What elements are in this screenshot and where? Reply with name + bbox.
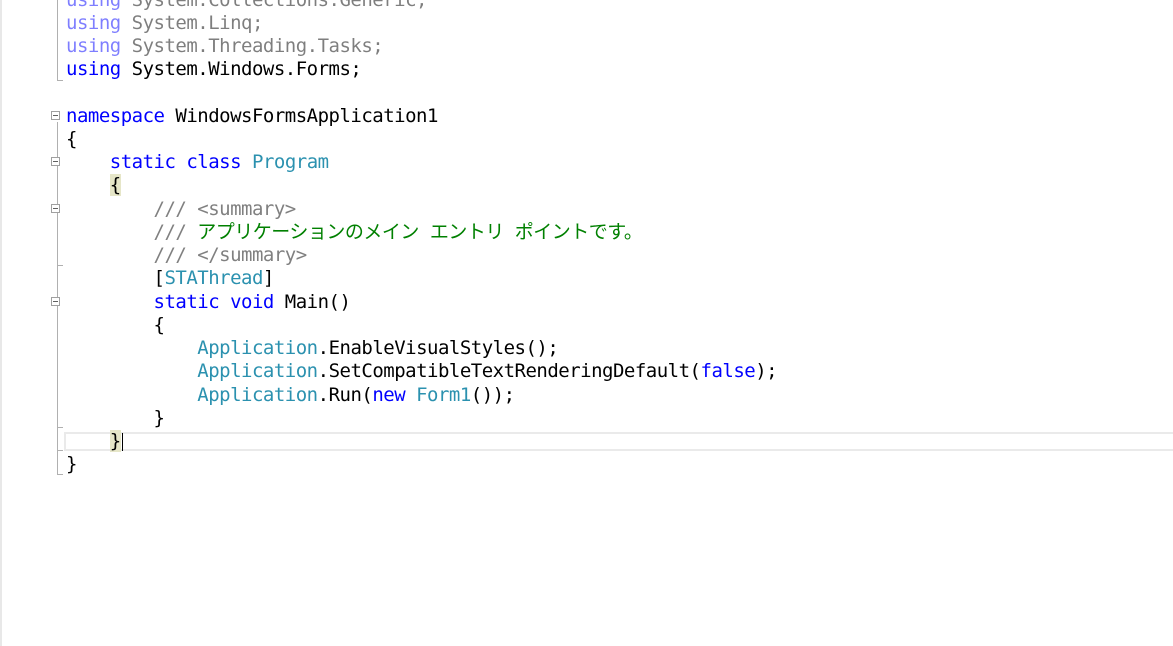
code-line[interactable]: /// </summary> (0, 244, 1173, 267)
code-text: { (66, 128, 77, 150)
code-line[interactable]: } (0, 407, 1173, 430)
code-line[interactable]: Application.EnableVisualStyles(); (0, 337, 1173, 360)
code-editor[interactable]: using System.Collections.Generic; using … (0, 0, 1173, 646)
doc-comment-slashes: /// (153, 244, 187, 266)
code-text: .EnableVisualStyles(); (317, 337, 559, 359)
brace-match-highlight: } (109, 430, 121, 452)
code-text: } (66, 453, 77, 475)
code-line[interactable]: namespace WindowsFormsApplication1 (0, 105, 1173, 128)
keyword: new (372, 384, 406, 406)
keyword: static class (109, 151, 242, 173)
code-text: System.Linq; (120, 12, 264, 34)
code-line[interactable]: static void Main() (0, 291, 1173, 314)
keyword: namespace (66, 105, 165, 127)
attribute-bracket: [ (153, 267, 165, 289)
code-line[interactable]: using System.Collections.Generic; (0, 0, 1173, 12)
code-text: System.Windows.Forms; (120, 58, 362, 80)
keyword: using (66, 35, 121, 57)
code-text: WindowsFormsApplication1 (164, 105, 438, 127)
doc-comment-text: アプリケーションのメイン エントリ ポイントです。 (186, 221, 643, 243)
attribute-bracket: ] (262, 267, 274, 289)
code-line[interactable]: { (0, 174, 1173, 197)
code-line[interactable]: [STAThread] (0, 267, 1173, 290)
code-line[interactable]: Application.SetCompatibleTextRenderingDe… (0, 360, 1173, 383)
code-line[interactable]: using System.Threading.Tasks; (0, 35, 1173, 58)
doc-comment-slashes: /// (153, 221, 187, 243)
code-text: ); (755, 360, 778, 382)
collapse-method-icon[interactable] (51, 297, 60, 306)
type-name: Application (197, 384, 318, 406)
code-line[interactable]: /// <summary> (0, 198, 1173, 221)
collapse-summary-icon[interactable] (51, 204, 60, 213)
keyword: false (700, 360, 756, 382)
code-text: System.Threading.Tasks; (120, 35, 384, 57)
brace-match-highlight: { (109, 174, 121, 196)
code-text: ()); (470, 384, 515, 406)
type-name: Program (252, 151, 329, 173)
collapse-class-icon[interactable] (51, 157, 60, 166)
type-name: Application (197, 360, 318, 382)
doc-comment-tag: <summary> (186, 198, 296, 220)
code-text: System.Collections.Generic; (120, 0, 428, 11)
code-line-current[interactable]: } (0, 430, 1173, 453)
code-line[interactable]: Application.Run(new Form1()); (0, 384, 1173, 407)
keyword: static void (153, 291, 275, 313)
collapse-namespace-icon[interactable] (51, 111, 60, 120)
code-line[interactable]: { (0, 314, 1173, 337)
attribute-name: STAThread (164, 267, 263, 289)
code-text: } (153, 407, 165, 429)
code-text: .SetCompatibleTextRenderingDefault( (317, 360, 701, 382)
code-line[interactable]: /// アプリケーションのメイン エントリ ポイントです。 (0, 221, 1173, 244)
doc-comment-tag: </summary> (186, 244, 307, 266)
code-line[interactable]: { (0, 128, 1173, 151)
text-caret (121, 432, 123, 451)
keyword: using (66, 58, 121, 80)
code-line[interactable]: } (0, 453, 1173, 476)
code-line[interactable]: static class Program (0, 151, 1173, 174)
type-name: Application (197, 337, 318, 359)
code-line[interactable]: using System.Windows.Forms; (0, 58, 1173, 81)
keyword: using (66, 0, 121, 11)
type-name: Form1 (405, 384, 471, 406)
code-text: .Run( (317, 384, 373, 406)
code-text: { (153, 314, 165, 336)
code-text: Main() (273, 291, 351, 313)
code-line[interactable]: using System.Linq; (0, 12, 1173, 35)
keyword: using (66, 12, 121, 34)
doc-comment-slashes: /// (153, 198, 187, 220)
